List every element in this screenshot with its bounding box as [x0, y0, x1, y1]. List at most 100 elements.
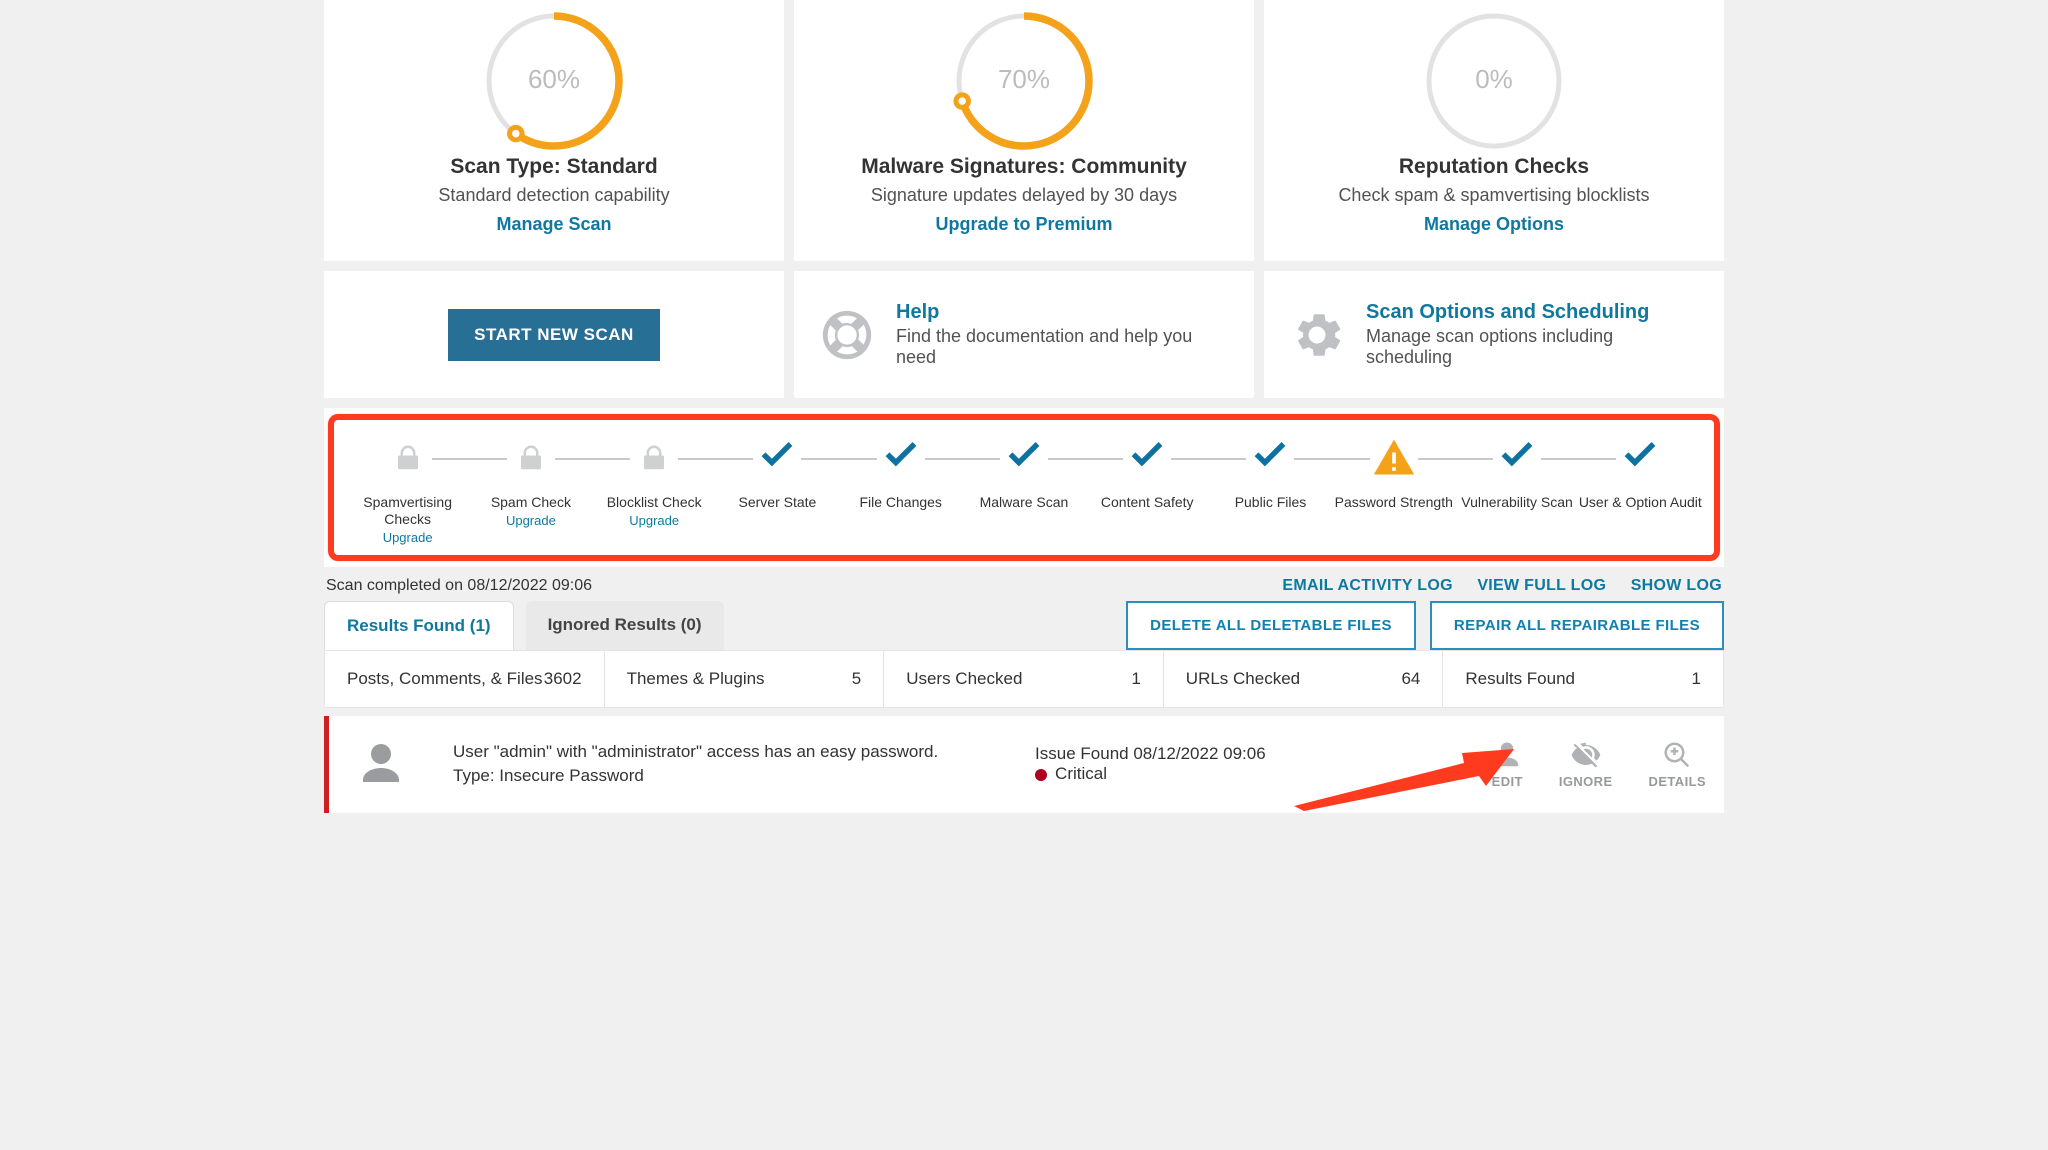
scan-stats-strip: Posts, Comments, & Files3602Themes & Plu…	[324, 650, 1724, 708]
scan-stage: Blocklist Check Upgrade	[593, 436, 716, 528]
repair-all-button[interactable]: REPAIR ALL REPAIRABLE FILES	[1430, 601, 1724, 650]
action-card-help[interactable]: Help Find the documentation and help you…	[794, 271, 1254, 398]
stage-connector	[1048, 458, 1123, 460]
scan-stage: Password Strength	[1332, 436, 1455, 511]
stat-label: Users Checked	[906, 669, 1022, 689]
stage-connector	[432, 458, 507, 460]
tab-results-found[interactable]: Results Found (1)	[324, 601, 514, 650]
stage-label: Vulnerability Scan	[1455, 494, 1578, 511]
stat-cell: Posts, Comments, & Files3602	[325, 651, 605, 707]
scan-stages-panel: Spamvertising ChecksUpgradeSpam CheckUpg…	[324, 408, 1724, 567]
life-ring-icon	[818, 306, 876, 364]
upgrade-link[interactable]: Upgrade	[469, 513, 592, 528]
stage-label: Blocklist Check	[593, 494, 716, 511]
scan-stage: Spam Check Upgrade	[469, 436, 592, 528]
manage-scan-link[interactable]: Manage Scan	[496, 214, 611, 234]
scan-completed-label: Scan completed on 08/12/2022 09:06	[326, 577, 592, 595]
user-icon	[1492, 740, 1522, 770]
scan-stage: Malware Scan	[962, 436, 1085, 511]
stage-connector	[1171, 458, 1246, 460]
score-card-scan-type: 60% Scan Type: Standard Standard detecti…	[324, 0, 784, 261]
ignore-action[interactable]: IGNORE	[1559, 740, 1613, 789]
issue-row: User "admin" with "administrator" access…	[324, 716, 1724, 813]
stat-value: 3602	[544, 669, 582, 689]
issue-message: User "admin" with "administrator" access…	[453, 740, 1005, 765]
scan-stage: User & Option Audit	[1579, 436, 1702, 511]
action-card-options[interactable]: Scan Options and Scheduling Manage scan …	[1264, 271, 1724, 398]
stage-label: User & Option Audit	[1579, 494, 1702, 511]
help-title: Help	[896, 301, 1230, 324]
stat-value: 5	[852, 669, 861, 689]
score-card-reputation: 0% Reputation Checks Check spam & spamve…	[1264, 0, 1724, 261]
stat-cell: Themes & Plugins 5	[605, 651, 885, 707]
card-subtitle: Signature updates delayed by 30 days	[814, 185, 1234, 206]
upgrade-premium-link[interactable]: Upgrade to Premium	[935, 214, 1112, 234]
edit-user-action[interactable]: EDIT	[1492, 740, 1523, 789]
delete-all-button[interactable]: DELETE ALL DELETABLE FILES	[1126, 601, 1416, 650]
percent-label: 70%	[814, 64, 1234, 95]
scan-meta-row: Scan completed on 08/12/2022 09:06 EMAIL…	[324, 567, 1724, 601]
stat-label: Posts, Comments, & Files	[347, 669, 543, 689]
stage-label: File Changes	[839, 494, 962, 511]
manage-options-link[interactable]: Manage Options	[1424, 214, 1564, 234]
scan-stage: Server State	[716, 436, 839, 511]
view-full-log-link[interactable]: VIEW FULL LOG	[1477, 577, 1606, 594]
stage-label: Spam Check	[469, 494, 592, 511]
stat-cell: Users Checked 1	[884, 651, 1164, 707]
scan-stage: Content Safety	[1086, 436, 1209, 511]
options-title: Scan Options and Scheduling	[1366, 301, 1700, 324]
stat-label: URLs Checked	[1186, 669, 1300, 689]
start-new-scan-button[interactable]: START NEW SCAN	[448, 309, 660, 361]
stage-label: Content Safety	[1086, 494, 1209, 511]
stage-connector	[925, 458, 1000, 460]
stage-label: Password Strength	[1332, 494, 1455, 511]
action-card-scan: START NEW SCAN	[324, 271, 784, 398]
issue-type: Type: Insecure Password	[453, 764, 1005, 789]
card-subtitle: Check spam & spamvertising blocklists	[1284, 185, 1704, 206]
stat-value: 64	[1401, 669, 1420, 689]
stage-label: Spamvertising Checks	[346, 494, 469, 528]
card-subtitle: Standard detection capability	[344, 185, 764, 206]
scan-scores-row: 60% Scan Type: Standard Standard detecti…	[324, 0, 1724, 261]
stage-connector	[678, 458, 753, 460]
scan-stage: File Changes	[839, 436, 962, 511]
scan-stage: Spamvertising Checks Upgrade	[346, 436, 469, 545]
stage-label: Server State	[716, 494, 839, 511]
upgrade-link[interactable]: Upgrade	[346, 530, 469, 545]
stage-label: Public Files	[1209, 494, 1332, 511]
tab-ignored-results[interactable]: Ignored Results (0)	[526, 601, 724, 650]
stage-connector	[1294, 458, 1369, 460]
stat-value: 1	[1692, 669, 1701, 689]
issue-found-time: Issue Found 08/12/2022 09:06	[1035, 744, 1462, 764]
gear-icon	[1288, 306, 1346, 364]
stat-label: Results Found	[1465, 669, 1575, 689]
show-log-link[interactable]: SHOW LOG	[1631, 577, 1722, 594]
stat-cell: URLs Checked 64	[1164, 651, 1444, 707]
user-icon	[357, 740, 405, 788]
eye-off-icon	[1571, 740, 1601, 770]
stat-cell: Results Found 1	[1443, 651, 1723, 707]
card-title: Malware Signatures: Community	[814, 155, 1234, 179]
score-card-signatures: 70% Malware Signatures: Community Signat…	[794, 0, 1254, 261]
stat-label: Themes & Plugins	[627, 669, 765, 689]
upgrade-link[interactable]: Upgrade	[593, 513, 716, 528]
percent-label: 0%	[1284, 64, 1704, 95]
stage-connector	[555, 458, 630, 460]
stage-connector	[1418, 458, 1493, 460]
card-title: Scan Type: Standard	[344, 155, 764, 179]
stat-value: 1	[1131, 669, 1140, 689]
results-tabs-row: Results Found (1) Ignored Results (0) DE…	[324, 601, 1724, 650]
scan-stage: Vulnerability Scan	[1455, 436, 1578, 511]
help-text: Find the documentation and help you need	[896, 326, 1230, 368]
stage-label: Malware Scan	[962, 494, 1085, 511]
card-title: Reputation Checks	[1284, 155, 1704, 179]
percent-label: 60%	[344, 64, 764, 95]
action-row: START NEW SCAN Help Find the documentati…	[324, 271, 1724, 398]
issue-severity: Critical	[1035, 764, 1462, 784]
stage-connector	[801, 458, 876, 460]
details-action[interactable]: DETAILS	[1649, 740, 1706, 789]
scan-stage: Public Files	[1209, 436, 1332, 511]
zoom-in-icon	[1662, 740, 1692, 770]
email-activity-log-link[interactable]: EMAIL ACTIVITY LOG	[1282, 577, 1452, 594]
stage-connector	[1541, 458, 1616, 460]
